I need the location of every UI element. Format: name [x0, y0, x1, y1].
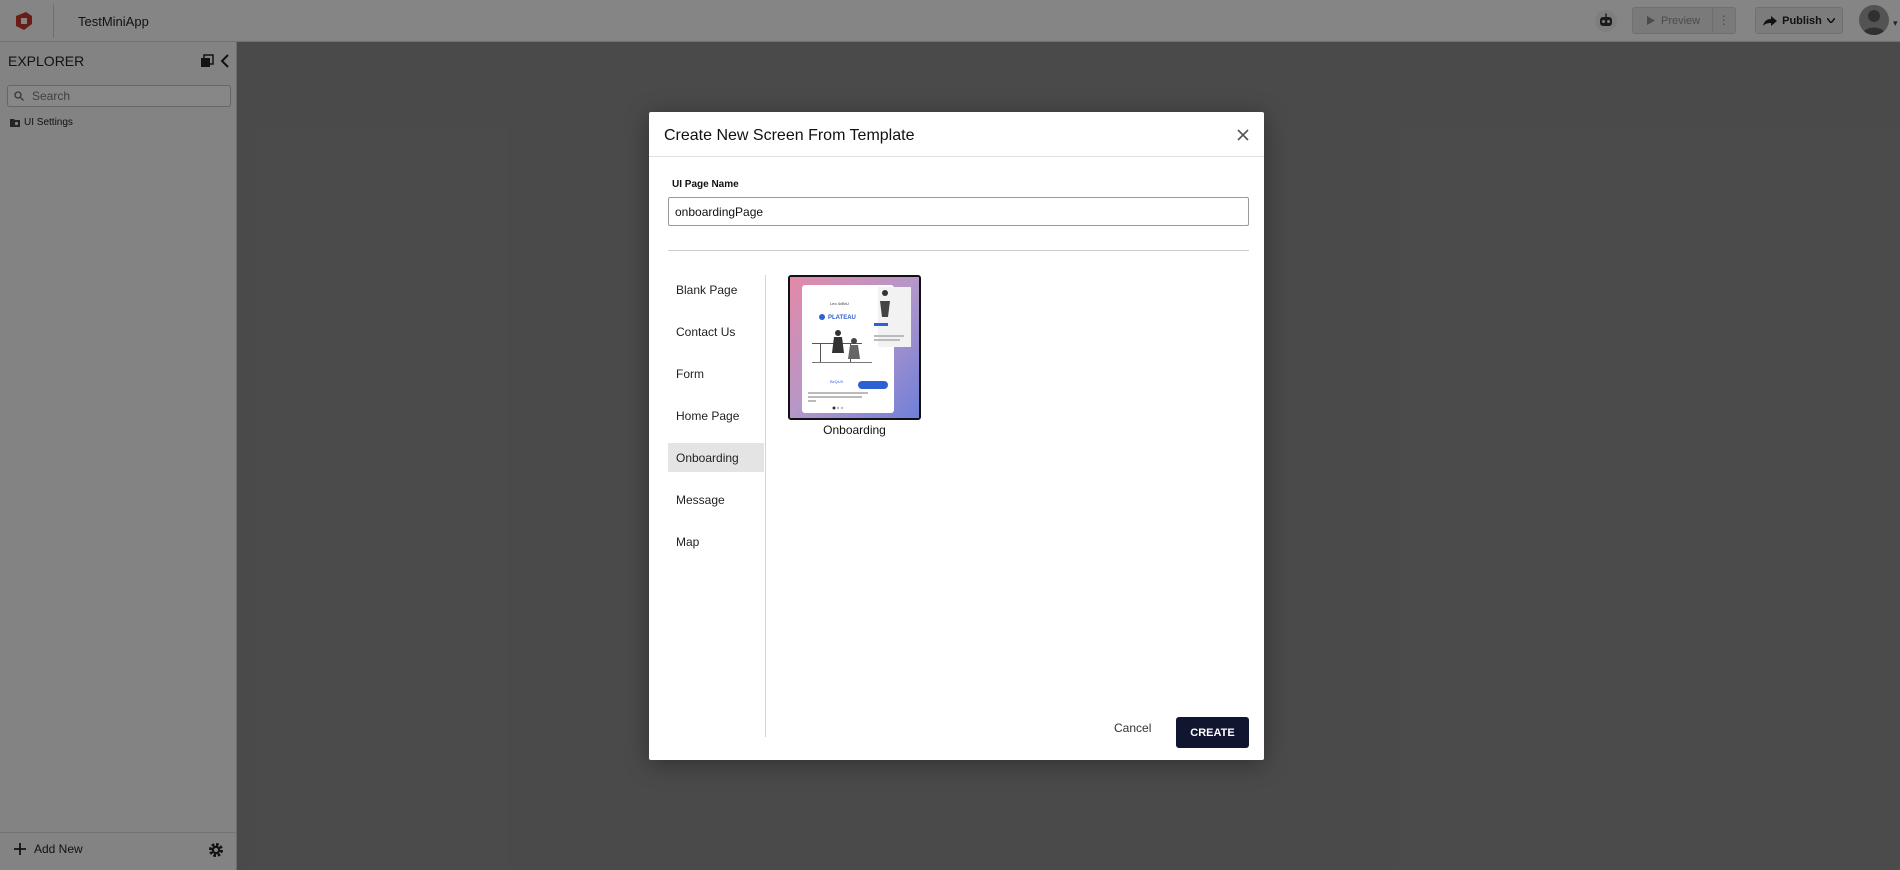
- svg-text:PLATEAU: PLATEAU: [828, 315, 856, 321]
- dialog-divider: [668, 250, 1249, 251]
- svg-text:BxQUX: BxQUX: [830, 379, 844, 384]
- category-map[interactable]: Map: [668, 527, 764, 556]
- category-message[interactable]: Message: [668, 485, 764, 514]
- category-blank-page[interactable]: Blank Page: [668, 275, 764, 304]
- dialog-title: Create New Screen From Template: [664, 127, 915, 144]
- template-name-onboarding: Onboarding: [823, 423, 886, 437]
- template-category-list: Blank Page Contact Us Form Home Page Onb…: [668, 275, 766, 737]
- dialog-header: Create New Screen From Template: [649, 112, 1264, 157]
- category-contact-us[interactable]: Contact Us: [668, 317, 764, 346]
- category-onboarding[interactable]: Onboarding: [668, 443, 764, 472]
- close-icon[interactable]: [1236, 128, 1250, 142]
- create-screen-dialog: Create New Screen From Template UI Page …: [649, 112, 1264, 760]
- cancel-button[interactable]: Cancel: [1114, 721, 1151, 735]
- category-home-page[interactable]: Home Page: [668, 401, 764, 430]
- page-name-input[interactable]: [668, 197, 1249, 226]
- create-button[interactable]: CREATE: [1176, 717, 1249, 748]
- template-card-onboarding[interactable]: Leo 4xBrU PLATEAU BxQUX: [788, 275, 921, 420]
- page-name-label: UI Page Name: [672, 179, 739, 190]
- category-form[interactable]: Form: [668, 359, 764, 388]
- svg-text:Leo 4xBrU: Leo 4xBrU: [830, 301, 849, 306]
- onboarding-template-thumbnail: Leo 4xBrU PLATEAU BxQUX: [790, 277, 919, 418]
